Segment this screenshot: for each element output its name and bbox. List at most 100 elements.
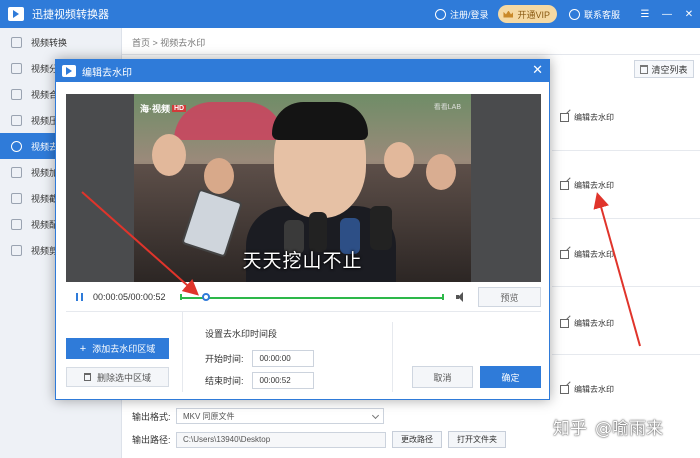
sidebar-item-label: 视频加: [31, 167, 59, 178]
sidebar-item-label: 视频压: [31, 115, 59, 126]
trash-icon: [640, 64, 649, 74]
crown-icon: [503, 10, 514, 18]
output-path-label: 输出路径:: [132, 435, 171, 445]
delete-area-button[interactable]: 删除选中区域: [66, 367, 169, 387]
edit-watermark-dialog: 编辑去水印 ✕ 海·视频 HD 看看LAB 天天挖山不止 00:00:05/00:…: [55, 59, 550, 400]
login-link[interactable]: 注册/登录: [450, 8, 489, 21]
person-head: [152, 134, 186, 176]
service-link[interactable]: 联系客服: [584, 8, 620, 21]
output-format-row: 输出格式: MKV 同原文件: [132, 408, 384, 424]
edit-watermark-link[interactable]: 编辑去水印: [560, 180, 614, 191]
output-path-field[interactable]: C:\Users\13940\Desktop: [176, 431, 386, 448]
area-actions: + 添加去水印区域 删除选中区域: [66, 312, 183, 392]
volume-icon[interactable]: [456, 292, 467, 302]
sidebar-item-convert[interactable]: 视频转换: [0, 29, 121, 55]
umbrella-shape: [174, 102, 284, 140]
edit-watermark-label: 编辑去水印: [574, 385, 614, 394]
zhihu-username: @喻雨来: [595, 419, 663, 439]
progress-knob[interactable]: [202, 293, 211, 301]
sidebar-item-label: 视频截: [31, 193, 59, 204]
edit-icon: [560, 181, 569, 190]
edit-icon: [560, 385, 569, 394]
start-time-label: 开始时间:: [205, 354, 244, 364]
video-frame: 海·视频 HD 看看LAB 天天挖山不止: [134, 94, 471, 282]
edit-watermark-link[interactable]: 编辑去水印: [560, 249, 614, 260]
add-watermark-area-button[interactable]: + 添加去水印区域: [66, 338, 169, 359]
start-time-input[interactable]: 00:00:00: [251, 350, 314, 367]
delete-area-label: 删除选中区域: [96, 372, 151, 383]
dialog-close-button[interactable]: ✕: [532, 63, 543, 77]
video-logo-right: 看看LAB: [433, 104, 461, 111]
player-controls: 00:00:05/00:00:52 预览: [66, 282, 541, 312]
sidebar-item-label: 视频合: [31, 89, 59, 100]
play-circle-icon: [11, 140, 22, 152]
cancel-button[interactable]: 取消: [412, 366, 473, 388]
merge-icon: [11, 88, 22, 100]
edit-icon: [560, 250, 569, 259]
dialog-header: 编辑去水印 ✕: [56, 60, 549, 82]
hair-shape: [272, 102, 368, 140]
edit-watermark-label: 编辑去水印: [574, 181, 614, 190]
edit-watermark-link[interactable]: 编辑去水印: [560, 318, 614, 329]
edit-watermark-label: 编辑去水印: [574, 113, 614, 122]
edit-watermark-label: 编辑去水印: [574, 250, 614, 259]
dialog-title: 编辑去水印: [82, 67, 132, 79]
video-logo-left: 海·视频 HD: [140, 102, 187, 115]
menu-button[interactable]: ☰: [634, 0, 656, 28]
minimize-button[interactable]: —: [656, 0, 678, 28]
main-divider: [122, 54, 700, 55]
start-time-row: 开始时间: 00:00:00: [205, 350, 314, 367]
open-folder-button[interactable]: 打开文件夹: [448, 431, 506, 448]
video-preview[interactable]: 海·视频 HD 看看LAB 天天挖山不止: [66, 94, 541, 282]
edit-watermark-link[interactable]: 编辑去水印: [560, 112, 614, 123]
microphone-shape: [370, 206, 392, 250]
plus-icon: +: [79, 342, 87, 355]
image-icon: [11, 192, 22, 204]
output-format-label: 输出格式:: [132, 411, 171, 422]
clear-list-button[interactable]: 清空列表: [634, 60, 694, 78]
music-icon: [11, 218, 22, 230]
split-icon: [11, 62, 22, 74]
zhihu-watermark: 知乎 @喻雨来: [553, 414, 663, 439]
sidebar-item-label: 视频转换: [31, 37, 68, 48]
list-divider: [552, 286, 700, 287]
output-path-row: 输出路径: C:\Users\13940\Desktop 更改路径 打开文件夹: [132, 431, 506, 448]
progress-track[interactable]: [180, 294, 444, 300]
trash-icon: [83, 373, 91, 381]
edit-icon: [560, 113, 569, 122]
clear-list-label: 清空列表: [651, 64, 688, 75]
sidebar-item-label: 视频分: [31, 63, 59, 74]
pause-icon[interactable]: [76, 293, 83, 301]
edit-watermark-link[interactable]: 编辑去水印: [560, 384, 614, 395]
convert-icon: [11, 36, 22, 48]
confirm-button[interactable]: 确定: [480, 366, 541, 388]
scissors-icon: [11, 244, 22, 256]
vip-button[interactable]: 开通VIP: [498, 5, 557, 23]
edit-icon: [560, 319, 569, 328]
video-logo-text: 海·视频: [140, 104, 170, 114]
app-logo-icon: [8, 7, 24, 21]
chevron-down-icon: [371, 411, 380, 420]
list-divider: [552, 218, 700, 219]
breadcrumb: 首页 > 视频去水印: [132, 38, 206, 48]
change-path-button[interactable]: 更改路径: [392, 431, 442, 448]
preview-button[interactable]: 预览: [478, 287, 541, 307]
section-divider: [392, 322, 393, 392]
sidebar-item-label: 视频去: [31, 141, 59, 152]
end-time-row: 结束时间: 00:00:52: [205, 372, 314, 389]
add-area-label: 添加去水印区域: [92, 344, 156, 354]
app-title: 迅捷视频转换器: [32, 9, 109, 21]
end-time-input[interactable]: 00:00:52: [251, 372, 314, 389]
end-time-label: 结束时间:: [205, 376, 244, 386]
service-icon[interactable]: [568, 8, 580, 20]
output-format-select[interactable]: MKV 同原文件: [176, 408, 384, 424]
sidebar-item-label: 视频剪: [31, 245, 59, 256]
close-window-button[interactable]: ✕: [678, 0, 700, 28]
edit-watermark-label: 编辑去水印: [574, 319, 614, 328]
video-subtitle: 天天挖山不止: [242, 250, 363, 272]
vip-label: 开通VIP: [517, 9, 550, 20]
compress-icon: [11, 114, 22, 126]
hd-badge: HD: [172, 105, 187, 112]
user-icon[interactable]: [434, 8, 446, 20]
list-divider: [552, 150, 700, 151]
